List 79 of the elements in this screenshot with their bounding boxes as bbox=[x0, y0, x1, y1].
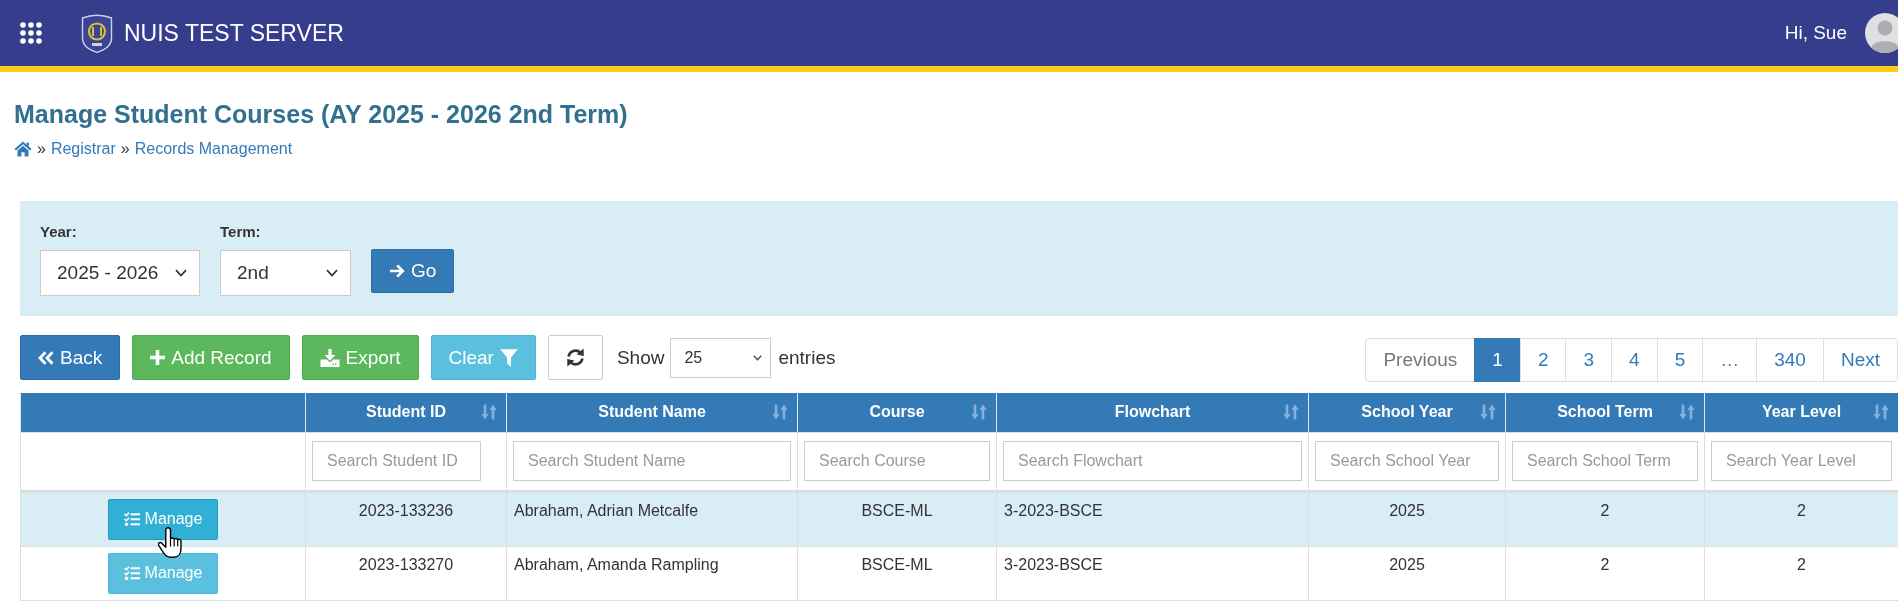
table-cell: 2023-133270 bbox=[305, 546, 507, 600]
search-field[interactable]: Search Student ID bbox=[312, 440, 481, 481]
sort-icon bbox=[1283, 404, 1299, 421]
sort-icon bbox=[1480, 404, 1496, 421]
column-header[interactable]: Course bbox=[797, 393, 997, 432]
table-cell: BSCE-ML bbox=[797, 546, 997, 600]
table-cell: 2 bbox=[1505, 491, 1705, 546]
pagination-item[interactable]: 4 bbox=[1611, 338, 1658, 382]
table-cell: 3-2023-BSCE bbox=[996, 546, 1309, 600]
pagination-item[interactable]: 340 bbox=[1756, 338, 1824, 382]
back-button[interactable]: Back bbox=[20, 335, 121, 380]
field-label: Year: bbox=[40, 223, 77, 241]
hand-cursor-icon bbox=[155, 526, 185, 560]
breadcrumb-separator: » bbox=[120, 139, 130, 159]
checklist-icon bbox=[123, 512, 140, 526]
avatar-icon[interactable] bbox=[1865, 13, 1898, 53]
add-record-button[interactable]: Add Record bbox=[132, 335, 290, 380]
column-header[interactable]: School Term bbox=[1505, 393, 1705, 432]
double-chevron-left-icon bbox=[38, 350, 54, 365]
pagination-item[interactable]: 2 bbox=[1519, 338, 1567, 382]
table-row[interactable]: Manage 2023-133270 Abraham, Amanda Rampling BSCE-ML 3-2023-BSCE 2025 2 2 bbox=[20, 546, 1898, 600]
sort-icon bbox=[481, 404, 497, 421]
dropdown-select[interactable]: 2nd bbox=[220, 250, 351, 296]
column-header[interactable]: Student Name bbox=[506, 393, 798, 432]
download-icon bbox=[319, 348, 340, 367]
table-cell: 2 bbox=[1505, 546, 1705, 600]
arrow-right-icon bbox=[389, 263, 405, 279]
chevron-down-icon bbox=[753, 354, 763, 361]
column-header[interactable]: Student ID bbox=[305, 393, 507, 432]
search-field[interactable]: Search Year Level bbox=[1711, 440, 1892, 481]
app-title: NUIS TEST SERVER bbox=[124, 19, 344, 47]
pagination-item[interactable]: 3 bbox=[1565, 338, 1613, 382]
breadcrumb-link[interactable]: Registrar bbox=[50, 139, 116, 159]
checklist-icon bbox=[123, 566, 140, 580]
pagination-item: … bbox=[1702, 338, 1758, 382]
export-button[interactable]: Export bbox=[301, 335, 419, 380]
crest-logo-icon bbox=[81, 13, 113, 53]
column-header[interactable]: School Year bbox=[1308, 393, 1506, 432]
search-field[interactable]: Search School Year bbox=[1315, 440, 1499, 481]
manage-button[interactable]: Manage bbox=[107, 498, 219, 540]
sort-icon bbox=[1873, 404, 1889, 421]
page-size-select[interactable]: 25 bbox=[670, 337, 772, 378]
pagination-item[interactable]: Next bbox=[1822, 338, 1898, 382]
plus-icon bbox=[150, 350, 166, 365]
sort-icon bbox=[772, 404, 788, 421]
table-cell: 3-2023-BSCE bbox=[996, 491, 1309, 546]
length-label: Show bbox=[616, 346, 665, 369]
page-title: Manage Student Courses (AY 2025 - 2026 2nd Term) bbox=[14, 99, 628, 129]
table-cell: Abraham, Adrian Metcalfe bbox=[506, 491, 798, 546]
pagination-item[interactable]: 5 bbox=[1656, 338, 1704, 382]
user-greeting: Hi, Sue bbox=[1784, 22, 1847, 44]
home-icon[interactable] bbox=[14, 141, 32, 157]
breadcrumb-separator: » bbox=[37, 139, 46, 159]
table-cell: Abraham, Amanda Rampling bbox=[506, 546, 798, 600]
search-field[interactable]: Search Student Name bbox=[513, 440, 791, 481]
refresh-button[interactable] bbox=[547, 335, 603, 380]
search-field[interactable]: Search Course bbox=[804, 440, 990, 481]
column-header[interactable]: Flowchart bbox=[996, 393, 1309, 432]
dropdown-select[interactable]: 2025 - 2026 bbox=[40, 250, 200, 296]
search-field[interactable]: Search School Term bbox=[1512, 440, 1698, 481]
chevron-down-icon bbox=[175, 269, 187, 277]
sort-icon bbox=[971, 404, 987, 421]
pagination-item[interactable]: 1 bbox=[1474, 338, 1521, 382]
breadcrumb-link[interactable]: Records Management bbox=[134, 139, 293, 159]
table-cell: 2025 bbox=[1308, 491, 1506, 546]
filter-icon bbox=[499, 348, 518, 367]
refresh-icon bbox=[565, 348, 585, 367]
column-header[interactable]: Year Level bbox=[1704, 393, 1898, 432]
search-field[interactable]: Search Flowchart bbox=[1003, 440, 1302, 481]
field-label: Term: bbox=[220, 223, 261, 241]
table-cell: 2023-133236 bbox=[305, 491, 507, 546]
go-button[interactable]: Go bbox=[371, 249, 455, 293]
table-cell: 2025 bbox=[1308, 546, 1506, 600]
length-label: entries bbox=[778, 346, 836, 369]
pagination-item: Previous bbox=[1365, 338, 1476, 382]
sort-icon bbox=[1679, 404, 1695, 421]
table-cell: BSCE-ML bbox=[797, 491, 997, 546]
chevron-down-icon bbox=[326, 269, 338, 277]
menu-icon[interactable] bbox=[20, 22, 42, 44]
